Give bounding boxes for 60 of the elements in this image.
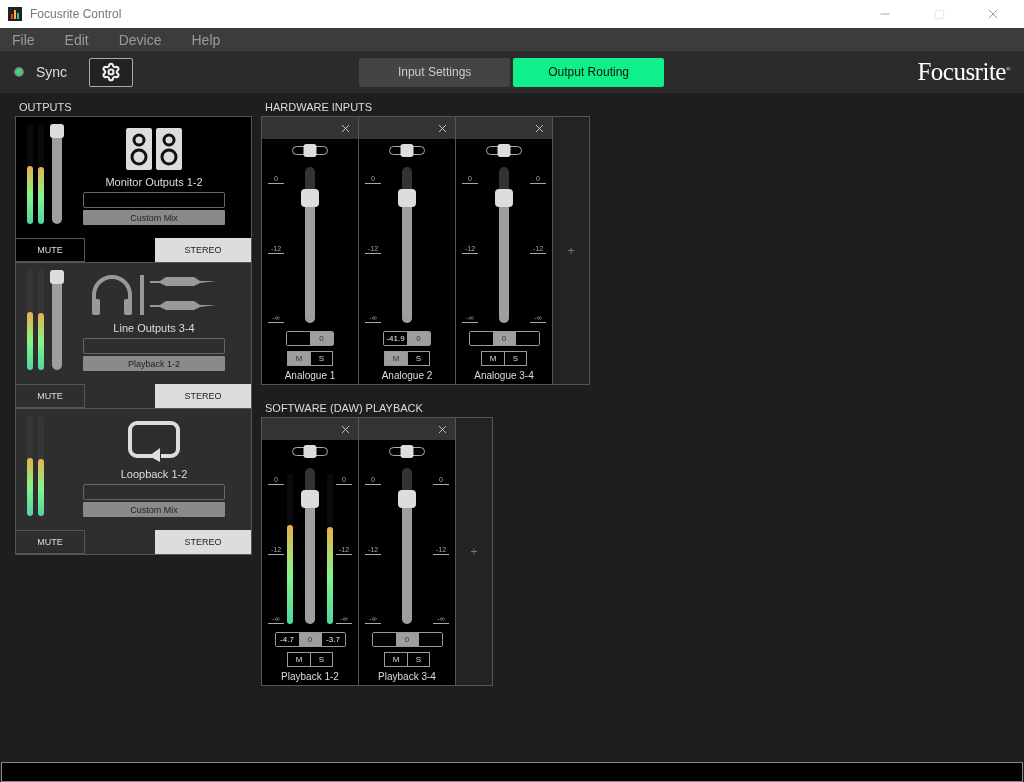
app-icon bbox=[8, 7, 22, 21]
mute-button[interactable]: MUTE bbox=[16, 384, 85, 408]
pan-thumb[interactable] bbox=[497, 144, 511, 157]
window-title: Focusrite Control bbox=[30, 7, 123, 21]
gain-value: 0 bbox=[310, 332, 333, 345]
channel-name: Analogue 3-4 bbox=[473, 370, 535, 381]
tab[interactable]: Output Routing bbox=[513, 57, 665, 87]
peak-value: -41.9 bbox=[384, 332, 407, 345]
channel-name: Analogue 2 bbox=[380, 370, 434, 381]
mute-button[interactable]: M bbox=[288, 352, 310, 365]
section-title: SOFTWARE (DAW) PLAYBACK bbox=[264, 401, 424, 416]
gear-icon bbox=[101, 62, 122, 82]
source-button[interactable]: Playback 1-2 bbox=[83, 356, 225, 371]
fader-thumb[interactable] bbox=[398, 490, 416, 509]
source-button[interactable]: Custom Mix bbox=[83, 210, 225, 225]
section-title: HARDWARE INPUTS bbox=[264, 100, 374, 115]
output-name: Line Outputs 3-4 bbox=[113, 322, 195, 334]
pan-thumb[interactable] bbox=[400, 445, 414, 458]
pan-thumb[interactable] bbox=[400, 144, 414, 157]
sync-label: Sync bbox=[36, 64, 68, 80]
output-name: Monitor Outputs 1-2 bbox=[105, 176, 203, 188]
pan-thumb[interactable] bbox=[303, 144, 317, 157]
loop-arrow-icon bbox=[127, 420, 181, 462]
add-button[interactable]: + bbox=[567, 243, 575, 258]
channel-name: Playback 1-2 bbox=[280, 671, 340, 682]
channel-name: Analogue 1 bbox=[283, 370, 337, 381]
stereo-button[interactable]: STEREO bbox=[155, 384, 251, 408]
pan-thumb[interactable] bbox=[303, 445, 317, 458]
channel-name: Playback 3-4 bbox=[377, 671, 437, 682]
name-field[interactable] bbox=[83, 338, 225, 354]
settings-button[interactable] bbox=[89, 57, 134, 87]
gain-value: 0 bbox=[492, 332, 516, 345]
output-name: Loopback 1-2 bbox=[120, 468, 188, 480]
stereo-button[interactable]: STEREO bbox=[155, 530, 251, 554]
menu-item[interactable]: File bbox=[12, 31, 35, 48]
menu-item[interactable]: Help bbox=[191, 31, 221, 48]
stereo-button[interactable]: STEREO bbox=[155, 238, 251, 262]
tab[interactable]: Input Settings bbox=[359, 57, 511, 87]
output-card[interactable]: Monitor Outputs 1-2 Custom Mix MUTE STEREO bbox=[16, 117, 251, 263]
menu-item[interactable]: Edit bbox=[64, 31, 89, 48]
mute-button[interactable]: MUTE bbox=[16, 530, 85, 554]
fader-thumb[interactable] bbox=[301, 189, 319, 208]
fader-thumb[interactable] bbox=[50, 124, 64, 138]
fader-thumb[interactable] bbox=[301, 490, 319, 509]
add-button[interactable]: + bbox=[470, 544, 478, 559]
name-field[interactable] bbox=[83, 192, 225, 208]
fader-thumb[interactable] bbox=[398, 189, 416, 208]
fader-thumb[interactable] bbox=[50, 270, 64, 284]
logo: Focusrite$^{®}$ bbox=[917, 58, 1010, 86]
menu-item[interactable]: Device bbox=[118, 31, 162, 48]
source-button[interactable]: Custom Mix bbox=[83, 502, 225, 517]
speakers-icon bbox=[125, 128, 183, 170]
gain-value: 0 bbox=[395, 633, 419, 646]
gain-value: 0 bbox=[407, 332, 430, 345]
fader-thumb[interactable] bbox=[495, 189, 513, 208]
section-title: OUTPUTS bbox=[18, 100, 73, 115]
mute-button[interactable]: MUTE bbox=[16, 238, 85, 262]
name-field[interactable] bbox=[83, 484, 225, 500]
gain-value: 0 bbox=[298, 633, 322, 646]
mute-button[interactable]: M bbox=[385, 352, 407, 365]
